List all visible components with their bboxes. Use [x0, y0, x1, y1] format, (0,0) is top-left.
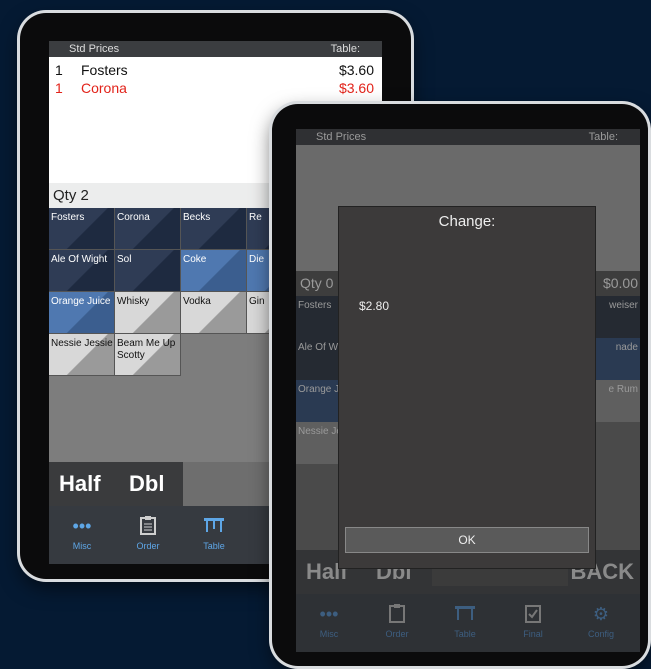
- header-bar: Std Prices Table:: [296, 129, 640, 145]
- pos-screen-dimmed: Std Prices Table: Qty 0 $0.00 Fosters Al…: [296, 129, 640, 652]
- ok-button[interactable]: OK: [345, 527, 589, 553]
- product-tile[interactable]: Coke: [181, 250, 247, 292]
- product-tile[interactable]: Vodka: [181, 292, 247, 334]
- table-label: Table:: [588, 131, 618, 143]
- nav-label: Table: [203, 541, 225, 551]
- clipboard-icon: [364, 603, 430, 625]
- order-row[interactable]: 1 Corona $3.60: [49, 79, 382, 97]
- nav-label: Misc: [72, 541, 92, 551]
- dots-icon: •••: [319, 604, 339, 624]
- product-tile[interactable]: Orange Juice: [49, 292, 115, 334]
- change-dialog: Change: $2.80 OK: [338, 206, 596, 569]
- portion-bar: Half Dbl: [49, 462, 183, 506]
- qty-label: Qty 2: [53, 187, 89, 204]
- total-label: $0.00: [602, 275, 638, 291]
- qty-label: Qty 0: [300, 275, 334, 291]
- product-tile[interactable]: Beam Me Up Scotty: [115, 334, 181, 376]
- table-label: Table:: [330, 43, 360, 55]
- clipboard-icon: [115, 515, 181, 537]
- change-amount: $2.80: [359, 299, 390, 313]
- nav-label: Misc: [319, 629, 339, 639]
- order-price: $3.60: [338, 80, 374, 96]
- order-price: $3.60: [338, 62, 374, 78]
- nav-label: Final: [523, 629, 543, 639]
- product-tile[interactable]: Fosters: [49, 208, 115, 250]
- half-button[interactable]: Half: [59, 462, 101, 506]
- tablet-front: Std Prices Table: Qty 0 $0.00 Fosters Al…: [272, 104, 648, 666]
- product-tile[interactable]: Nessie Jessie: [49, 334, 115, 376]
- header-bar: Std Prices Table:: [49, 41, 382, 57]
- bottom-nav: ••• Misc Order Table Final ⚙ Config: [296, 594, 640, 652]
- nav-order[interactable]: Order: [364, 594, 430, 652]
- dialog-title: Change:: [438, 213, 496, 230]
- product-tile[interactable]: Ale Of Wight: [49, 250, 115, 292]
- price-list-label: Std Prices: [69, 43, 120, 55]
- order-qty: 1: [55, 80, 63, 96]
- order-name: Fosters: [81, 62, 128, 78]
- double-button[interactable]: Dbl: [129, 462, 164, 506]
- nav-config[interactable]: ⚙ Config: [568, 594, 634, 652]
- product-tile[interactable]: Becks: [181, 208, 247, 250]
- table-icon: [432, 603, 498, 625]
- nav-table[interactable]: Table: [181, 506, 247, 564]
- product-tile[interactable]: Sol: [115, 250, 181, 292]
- nav-final[interactable]: Final: [500, 594, 566, 652]
- product-tile[interactable]: Corona: [115, 208, 181, 250]
- nav-misc[interactable]: ••• Misc: [49, 506, 115, 564]
- price-list-label: Std Prices: [316, 131, 367, 143]
- nav-label: Order: [136, 541, 160, 551]
- order-row[interactable]: 1 Fosters $3.60: [49, 61, 382, 79]
- nav-order[interactable]: Order: [115, 506, 181, 564]
- checklist-icon: [500, 603, 566, 625]
- gear-icon: ⚙: [592, 604, 610, 624]
- nav-label: Config: [587, 629, 614, 639]
- dots-icon: •••: [72, 516, 92, 536]
- table-icon: [181, 515, 247, 537]
- product-tile[interactable]: Whisky: [115, 292, 181, 334]
- order-name: Corona: [81, 80, 127, 96]
- nav-label: Table: [454, 629, 476, 639]
- order-qty: 1: [55, 62, 63, 78]
- nav-misc[interactable]: ••• Misc: [296, 594, 362, 652]
- nav-table[interactable]: Table: [432, 594, 498, 652]
- nav-label: Order: [385, 629, 409, 639]
